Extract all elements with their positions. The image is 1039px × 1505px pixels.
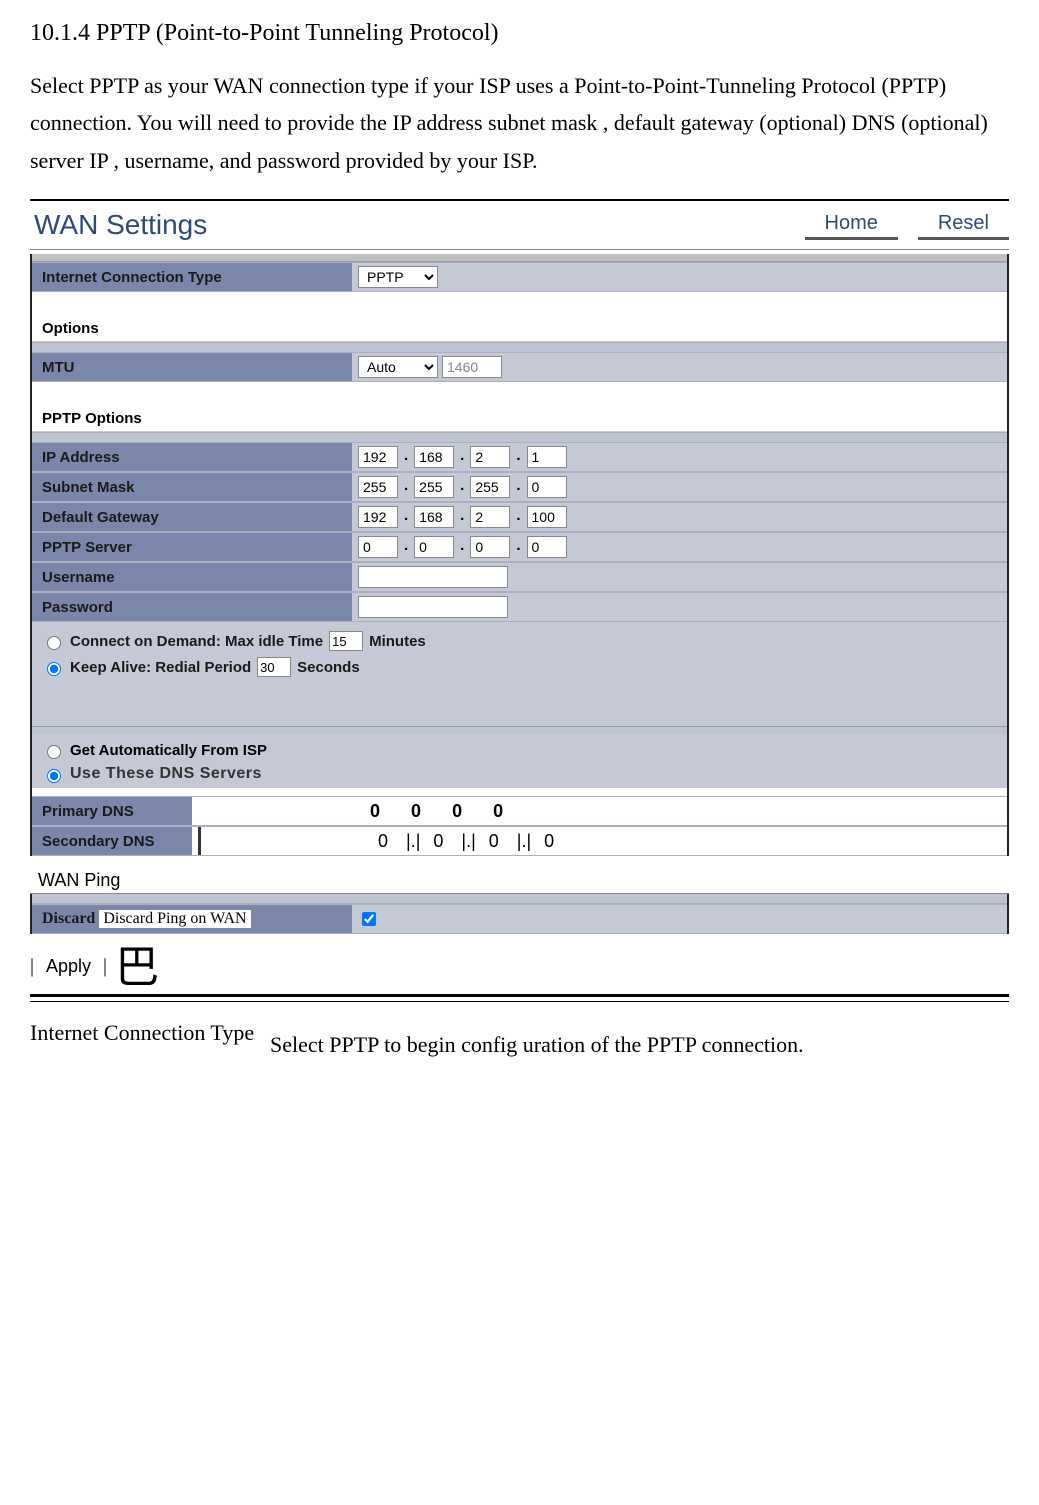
definition-row: Internet Connection Type Select PPTP to … bbox=[30, 1001, 1009, 1058]
wan-ping-heading: WAN Ping bbox=[38, 870, 1009, 891]
label-secondary-dns: Secondary DNS bbox=[32, 827, 192, 855]
primary-dns-value: 0 0 0 0 bbox=[362, 801, 515, 822]
keep-alive-radio[interactable] bbox=[47, 662, 61, 676]
discard-ping-checkbox[interactable] bbox=[362, 912, 376, 926]
mask-octet-2[interactable] bbox=[414, 476, 454, 498]
mask-octet-4[interactable] bbox=[527, 476, 567, 498]
label-ip-address: IP Address bbox=[32, 443, 352, 471]
wan-settings-panel: Internet Connection Type PPTP Options MT… bbox=[30, 254, 1009, 856]
label-dns-manual: Use These DNS Servers bbox=[70, 765, 262, 783]
label-primary-dns: Primary DNS bbox=[32, 797, 192, 825]
label-connect-on-demand: Connect on Demand: Max idle Time bbox=[70, 633, 323, 650]
gw-octet-1[interactable] bbox=[358, 506, 398, 528]
label-minutes: Minutes bbox=[369, 633, 426, 650]
pptp-options-heading: PPTP Options bbox=[32, 382, 1007, 432]
options-heading: Options bbox=[32, 292, 1007, 342]
page-header: WAN Settings Home Resel bbox=[30, 205, 1009, 250]
gw-octet-2[interactable] bbox=[414, 506, 454, 528]
label-username: Username bbox=[32, 563, 352, 591]
connection-type-select[interactable]: PPTP bbox=[358, 266, 438, 288]
mtu-value-input[interactable] bbox=[442, 356, 502, 378]
label-seconds: Seconds bbox=[297, 659, 360, 676]
label-dns-auto: Get Automatically From ISP bbox=[70, 742, 267, 759]
page-title: WAN Settings bbox=[30, 209, 805, 241]
dns-auto-radio[interactable] bbox=[47, 745, 61, 759]
mask-octet-3[interactable] bbox=[470, 476, 510, 498]
home-link[interactable]: Home bbox=[805, 210, 898, 240]
ip-octet-1[interactable] bbox=[358, 446, 398, 468]
label-keep-alive: Keep Alive: Redial Period bbox=[70, 659, 251, 676]
idle-time-input[interactable] bbox=[329, 631, 363, 651]
label-password: Password bbox=[32, 593, 352, 621]
ip-octet-2[interactable] bbox=[414, 446, 454, 468]
ip-octet-3[interactable] bbox=[470, 446, 510, 468]
mtu-mode-select[interactable]: Auto bbox=[358, 356, 438, 378]
definition-desc: Select PPTP to begin config uration of t… bbox=[270, 1020, 1009, 1058]
ip-octet-4[interactable] bbox=[527, 446, 567, 468]
username-input[interactable] bbox=[358, 566, 508, 588]
srv-octet-4[interactable] bbox=[527, 536, 567, 558]
label-pptp-server: PPTP Server bbox=[32, 533, 352, 561]
secondary-dns-value: 0 |.| 0 |.| 0 |.| 0 bbox=[362, 831, 570, 852]
reset-link[interactable]: Resel bbox=[918, 210, 1009, 240]
label-discard-ping: Discard Discard Ping on WAN bbox=[32, 905, 352, 933]
definition-term: Internet Connection Type bbox=[30, 1020, 270, 1058]
gw-octet-4[interactable] bbox=[527, 506, 567, 528]
intro-paragraph: Select PPTP as your WAN connection type … bbox=[30, 67, 1009, 179]
password-input[interactable] bbox=[358, 596, 508, 618]
srv-octet-1[interactable] bbox=[358, 536, 398, 558]
srv-octet-2[interactable] bbox=[414, 536, 454, 558]
label-subnet-mask: Subnet Mask bbox=[32, 473, 352, 501]
label-mtu: MTU bbox=[32, 353, 352, 381]
apply-button[interactable]: Apply bbox=[42, 954, 95, 979]
section-heading: 10.1.4 PPTP (Point-to-Point Tunneling Pr… bbox=[30, 20, 1009, 47]
srv-octet-3[interactable] bbox=[470, 536, 510, 558]
redial-period-input[interactable] bbox=[257, 657, 291, 677]
apply-icon: 巴 bbox=[115, 946, 159, 990]
mask-octet-1[interactable] bbox=[358, 476, 398, 498]
gw-octet-3[interactable] bbox=[470, 506, 510, 528]
label-default-gateway: Default Gateway bbox=[32, 503, 352, 531]
dns-manual-radio[interactable] bbox=[47, 769, 61, 783]
connect-on-demand-radio[interactable] bbox=[47, 636, 61, 650]
label-connection-type: Internet Connection Type bbox=[32, 263, 352, 291]
divider bbox=[30, 199, 1009, 201]
